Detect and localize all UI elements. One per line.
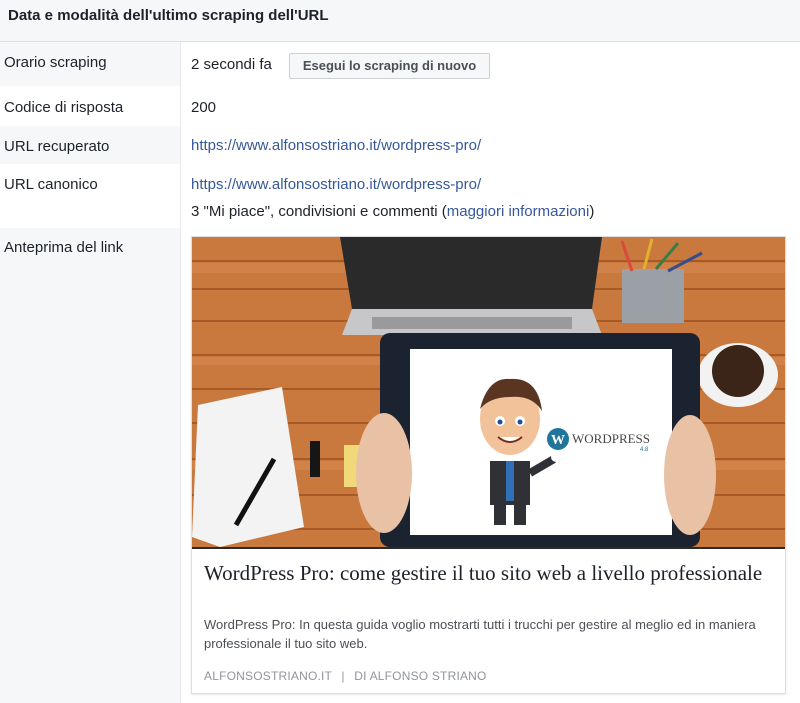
rescrape-button[interactable]: Esegui lo scraping di nuovo bbox=[289, 53, 490, 79]
preview-description: WordPress Pro: In questa guida voglio mo… bbox=[204, 617, 756, 651]
more-info-link[interactable]: maggiori informazioni bbox=[447, 203, 590, 220]
image-divider bbox=[192, 547, 785, 549]
response-code-label: Codice di risposta bbox=[4, 99, 124, 116]
image-logo-letter: W bbox=[551, 433, 565, 448]
preview-meta: ALFONSOSTRIANO.IT | DI ALFONSO STRIANO bbox=[204, 669, 487, 683]
image-logo-text: WORDPRESS bbox=[572, 431, 650, 446]
link-preview-card[interactable]: W WORDPRESS 4.8 WordPress Pro: come gest… bbox=[191, 236, 786, 694]
row-response-code: Codice di risposta bbox=[0, 86, 800, 126]
engagement-prefix: 3 "Mi piace", condivisioni e commenti ( bbox=[191, 203, 447, 220]
preview-image: W WORDPRESS 4.8 bbox=[192, 237, 785, 547]
response-code-value: 200 bbox=[191, 99, 217, 116]
value-cell-bg bbox=[181, 42, 800, 86]
fetched-url-label: URL recuperato bbox=[4, 138, 110, 155]
link-preview-label: Anteprima del link bbox=[4, 239, 124, 256]
section-title: Data e modalità dell'ultimo scraping del… bbox=[8, 7, 329, 24]
scrape-time-label: Orario scraping bbox=[4, 54, 107, 71]
preview-author: DI ALFONSO STRIANO bbox=[354, 669, 487, 683]
fetched-url-link[interactable]: https://www.alfonsostriano.it/wordpress-… bbox=[191, 137, 481, 154]
meta-separator: | bbox=[341, 669, 345, 683]
canonical-url-link[interactable]: https://www.alfonsostriano.it/wordpress-… bbox=[191, 176, 481, 193]
image-logo-version: 4.8 bbox=[640, 447, 649, 453]
preview-domain: ALFONSOSTRIANO.IT bbox=[204, 669, 332, 683]
engagement-suffix: ) bbox=[589, 203, 595, 220]
canonical-url-label: URL canonico bbox=[4, 176, 98, 193]
section-header: Data e modalità dell'ultimo scraping del… bbox=[0, 0, 800, 42]
preview-title[interactable]: WordPress Pro: come gestire il tuo sito … bbox=[204, 561, 764, 586]
engagement-text: 3 "Mi piace", condivisioni e commenti (m… bbox=[191, 203, 594, 220]
scrape-time-value: 2 secondi fa bbox=[191, 56, 272, 73]
